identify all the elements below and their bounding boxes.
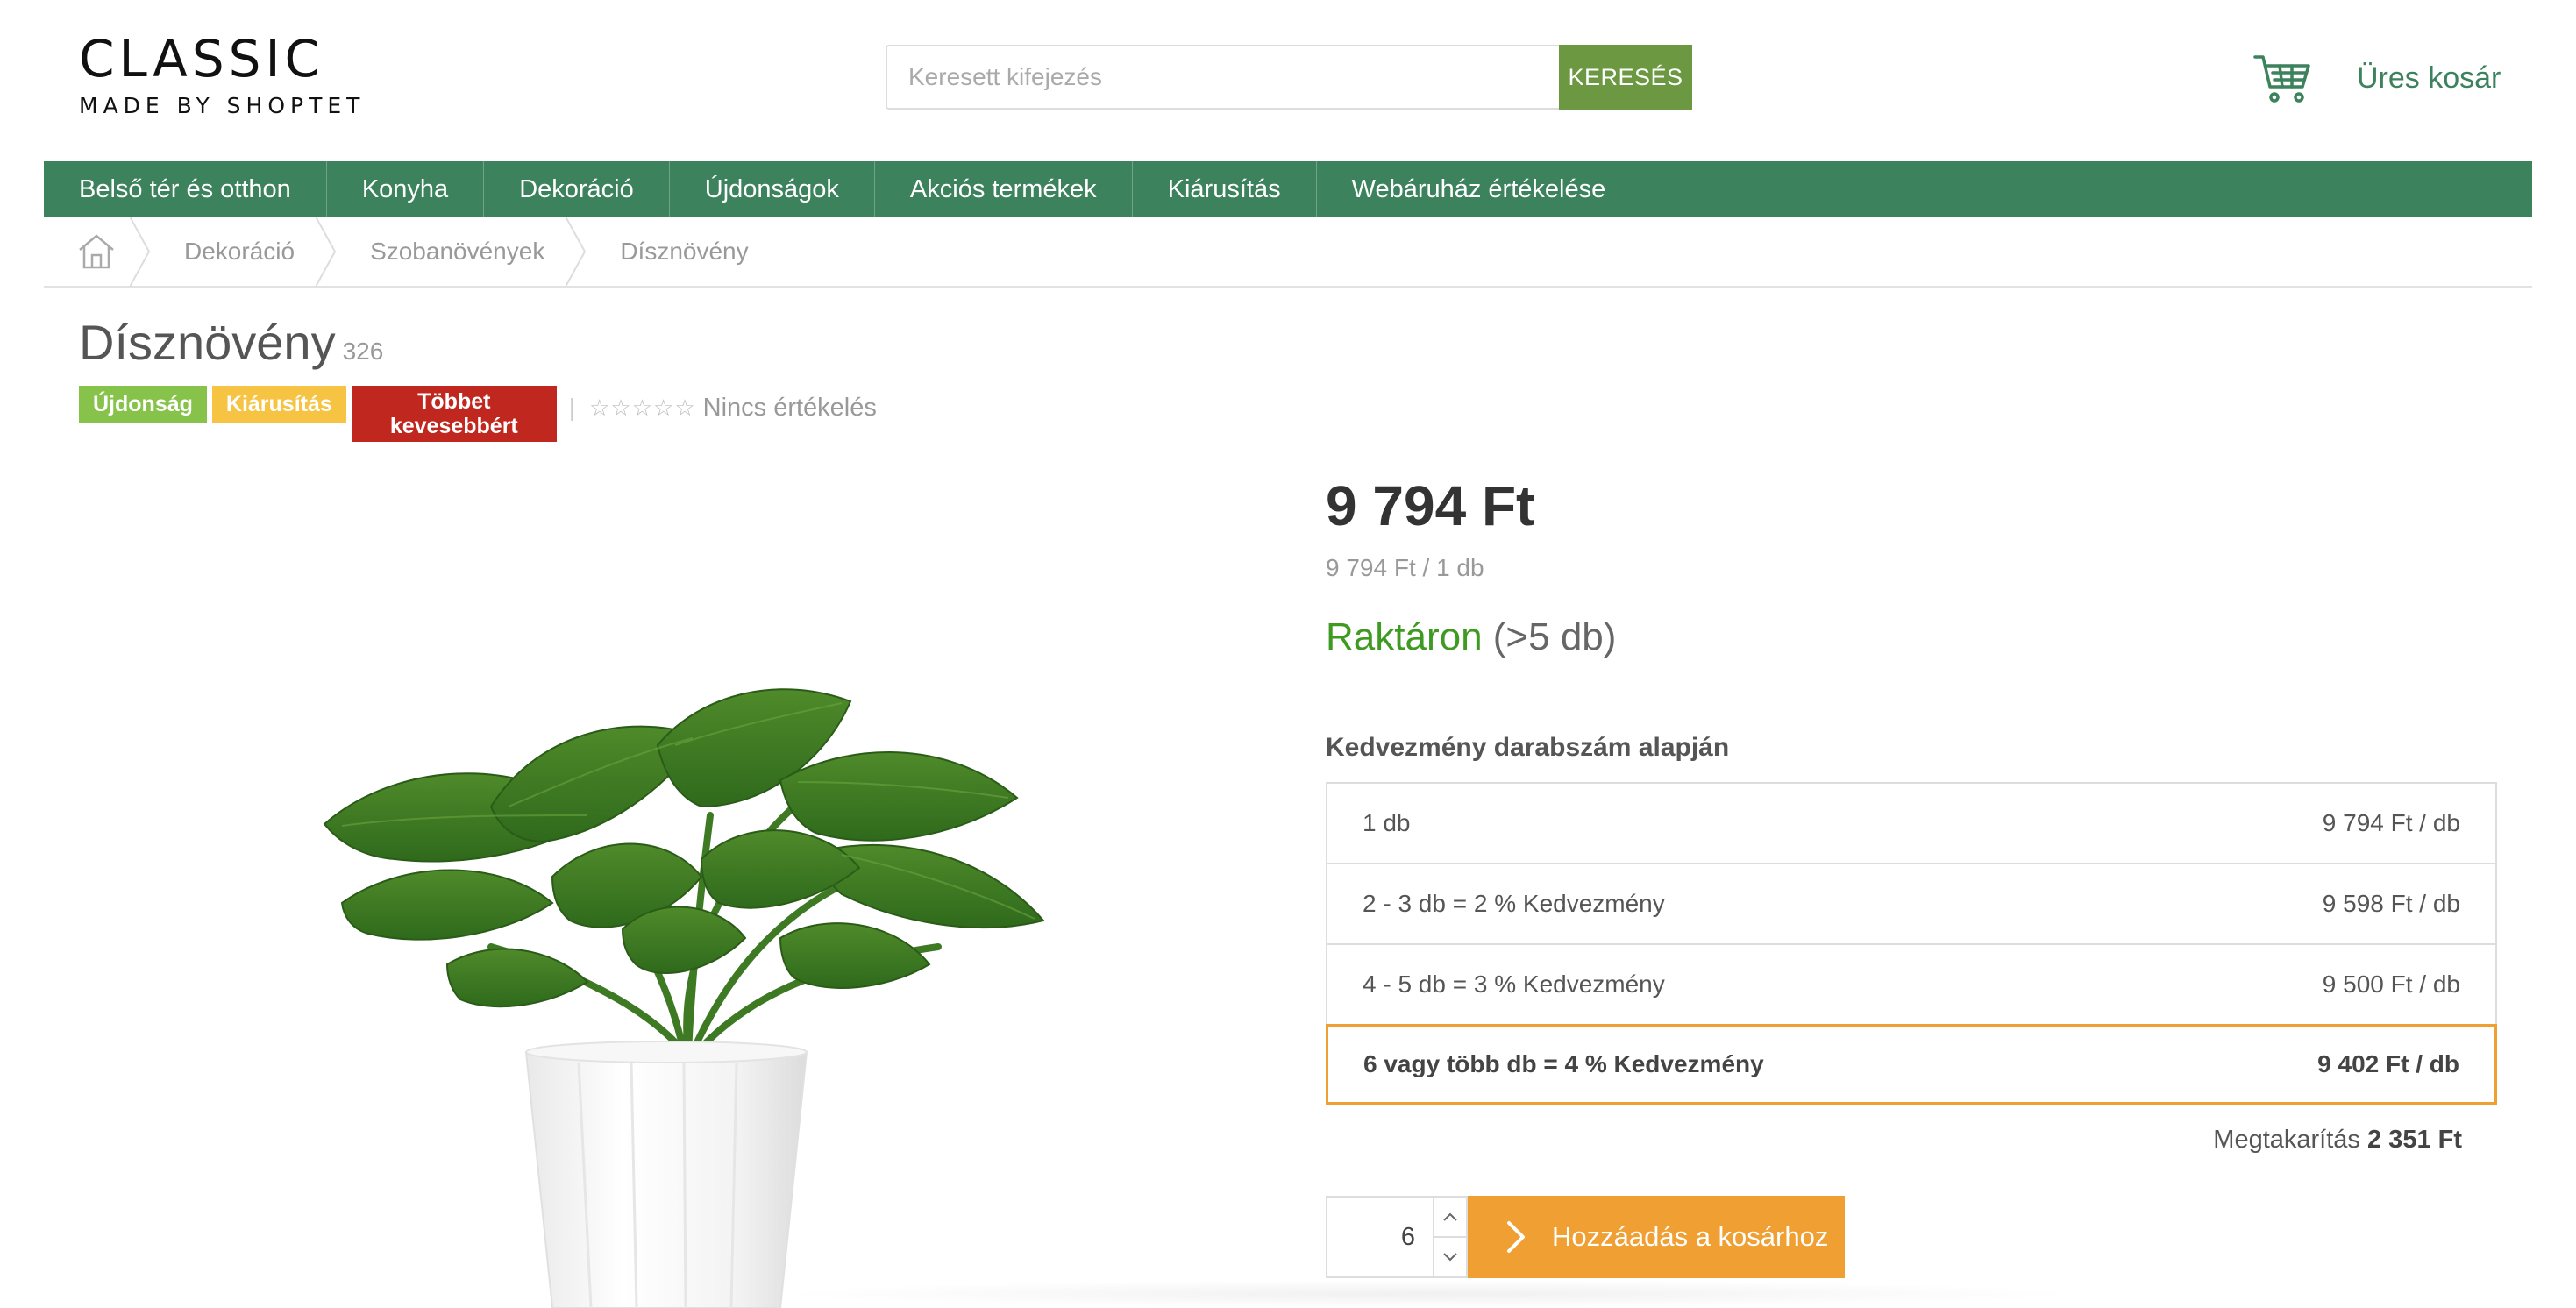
add-to-cart-form: Hozzáadás a kosárhoz [1326,1196,1845,1278]
discount-row: 2 - 3 db = 2 % Kedvezmény 9 598 Ft / db [1327,864,2495,945]
logo-title: CLASSIC [79,29,325,89]
savings-value: 2 351 Ft [2367,1126,2462,1154]
discount-row-price: 9 402 Ft / db [2317,1050,2459,1077]
nav-item-clearance[interactable]: Kiárusítás [1133,161,1317,217]
breadcrumb-label: Dekoráció [184,238,295,265]
discount-row: 4 - 5 db = 3 % Kedvezmény 9 500 Ft / db [1327,945,2495,1026]
nav-item-store-reviews[interactable]: Webáruház értékelése [1317,161,1641,217]
quantity-increase-button[interactable] [1434,1198,1466,1238]
breadcrumb-label: Szobanövények [370,238,545,265]
flag-clearance-badge: Kiárusítás [211,386,346,423]
discount-row-label: 1 db [1363,809,1411,836]
product-code: 326 [342,338,384,365]
breadcrumb: Dekoráció Szobanövények Dísznövény [44,217,2532,288]
quantity-decrease-button[interactable] [1434,1238,1466,1276]
discount-row-label: 2 - 3 db = 2 % Kedvezmény [1363,890,1665,917]
unit-price: 9 794 Ft / 1 db [1326,554,1484,581]
discount-row-price: 9 794 Ft / db [2322,809,2460,836]
quantity-input[interactable] [1327,1198,1433,1276]
main-navigation: Belső tér és otthon Konyha Dekoráció Újd… [44,161,2532,217]
product-rating[interactable]: | ☆☆☆☆☆ Nincs értékelés [569,389,877,426]
savings-label: Megtakarítás [2213,1126,2360,1154]
breadcrumb-home[interactable] [44,217,151,287]
stock-amount: (>5 db) [1492,615,1617,658]
nav-item-kitchen[interactable]: Konyha [327,161,485,217]
page-title: Dísznövény [79,315,336,370]
discount-row-active: 6 vagy több db = 4 % Kedvezmény 9 402 Ft… [1326,1024,2497,1105]
search-button[interactable]: KERESÉS [1559,45,1692,110]
nav-item-interior[interactable]: Belső tér és otthon [44,161,327,217]
discount-row-label: 6 vagy több db = 4 % Kedvezmény [1363,1050,1764,1077]
home-icon [79,234,114,269]
breadcrumb-item-current: Dísznövény [576,217,779,287]
cart-label: Üres kosár [2357,60,2501,95]
product-price: 9 794 Ft [1326,474,1535,537]
quantity-arrows [1433,1198,1466,1276]
breadcrumb-label: Dísznövény [620,238,749,265]
flag-new-badge: Újdonság [79,386,207,423]
logo[interactable]: CLASSIC MADE BY SHOPTET [79,32,365,118]
stock-status-label: Raktáron [1326,615,1483,658]
chevron-right-icon [1507,1221,1525,1253]
quantity-discount-table: 1 db 9 794 Ft / db 2 - 3 db = 2 % Kedvez… [1326,782,2497,1105]
rating-label: Nincs értékelés [702,393,877,422]
discount-row: 1 db 9 794 Ft / db [1327,784,2495,864]
quantity-discount-title: Kedvezmény darabszám alapján [1326,733,1730,762]
product-flags: Újdonság Kiárusítás Többet kevesebbért |… [79,386,877,442]
logo-subtitle: MADE BY SHOPTET [79,93,366,118]
product-image[interactable] [289,684,1114,1308]
discount-row-label: 4 - 5 db = 3 % Kedvezmény [1363,970,1665,998]
chevron-down-icon [1443,1253,1457,1262]
discount-row-price: 9 500 Ft / db [2322,970,2460,998]
breadcrumb-item-houseplants[interactable]: Szobanövények [326,217,587,287]
search-input[interactable] [886,45,1559,110]
breadcrumb-item-decoration[interactable]: Dekoráció [140,217,337,287]
image-shadow [772,1280,2087,1308]
shopping-cart-icon [2253,55,2310,103]
nav-item-new[interactable]: Újdonságok [670,161,875,217]
add-to-cart-button[interactable]: Hozzáadás a kosárhoz [1468,1196,1845,1278]
rating-stars-icon: ☆☆☆☆☆ [589,394,696,421]
quantity-stepper [1326,1196,1468,1278]
add-to-cart-label: Hozzáadás a kosárhoz [1552,1221,1829,1252]
nav-item-decoration[interactable]: Dekoráció [484,161,670,217]
stock-status: Raktáron (>5 db) [1326,615,1616,659]
product-heading: Dísznövény 326 [79,314,383,371]
savings: Megtakarítás 2 351 Ft [1326,1126,2462,1155]
discount-row-price: 9 598 Ft / db [2322,890,2460,917]
search-form: KERESÉS [886,45,1692,110]
nav-item-promotions[interactable]: Akciós termékek [875,161,1133,217]
cart-link[interactable]: Üres kosár [2253,47,2501,109]
flag-more-for-less-badge: Többet kevesebbért [351,386,557,442]
rating-divider: | [568,394,576,421]
chevron-up-icon [1443,1212,1457,1221]
